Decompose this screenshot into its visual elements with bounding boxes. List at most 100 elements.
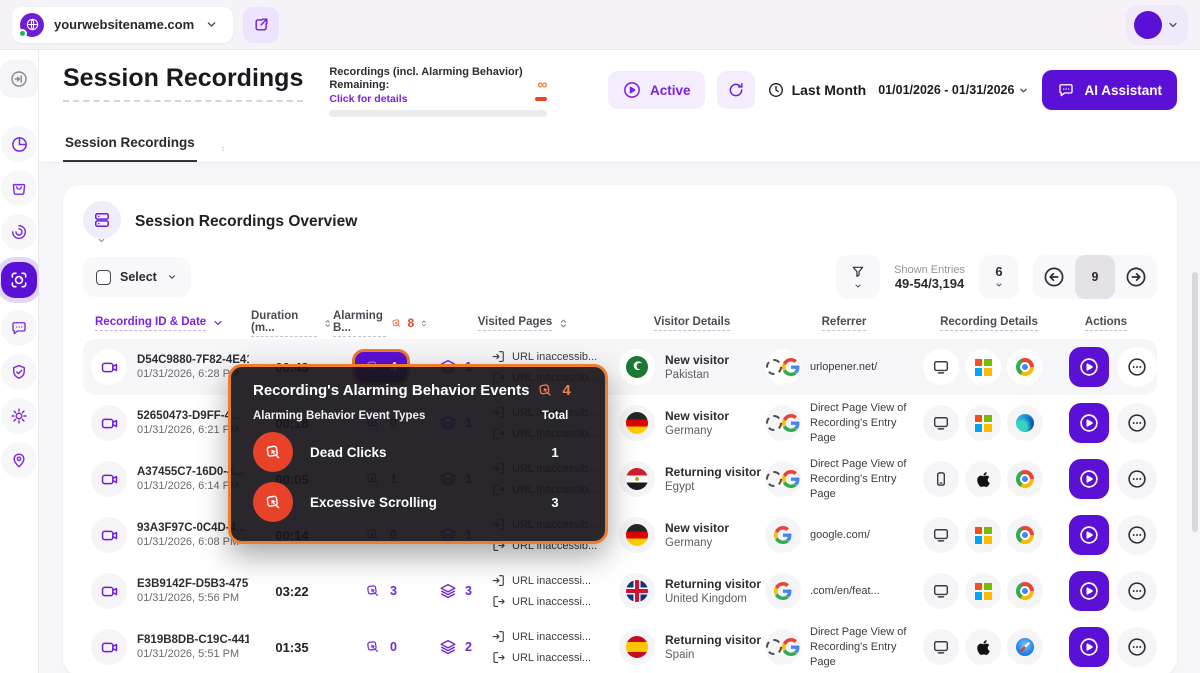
video-camera-icon [91, 573, 127, 609]
sidebar-item-ecommerce[interactable] [1, 170, 37, 206]
app-window: yourwebsitename.com Session Recordin [0, 0, 1200, 673]
row-more-options-button[interactable] [1117, 459, 1157, 499]
shopping-bag-icon [10, 179, 28, 197]
apple-icon [976, 471, 991, 488]
direct-visit-icon [766, 471, 782, 487]
entry-url[interactable]: URL inaccessib... [512, 351, 597, 363]
website-selector[interactable]: yourwebsitename.com [12, 7, 233, 43]
row-more-options-button[interactable] [1117, 515, 1157, 555]
shield-check-icon [10, 363, 28, 381]
open-website-button[interactable] [243, 7, 279, 43]
sort-icon[interactable] [557, 317, 570, 330]
active-filter-button[interactable]: Active [608, 71, 705, 109]
duration-value: 01:35 [251, 640, 333, 655]
select-checkbox[interactable] [96, 270, 111, 285]
row-more-options-button[interactable] [1117, 347, 1157, 387]
chat-icon [1057, 81, 1075, 99]
referrer-text: Direct Page View of Recording's Entry Pa… [810, 401, 914, 446]
collapse-icon [9, 69, 29, 89]
play-circle-icon [1078, 412, 1100, 434]
alarming-behavior-count[interactable]: 0 [355, 632, 407, 662]
sidebar-item-dashboard[interactable] [1, 126, 37, 162]
sidebar-item-security[interactable] [1, 354, 37, 390]
ai-assistant-button[interactable]: AI Assistant [1042, 70, 1177, 110]
filter-button[interactable] [836, 255, 880, 299]
period-selector[interactable]: Last Month [767, 81, 867, 99]
table-row[interactable]: E3B9142F-D5B3-4757... 01/31/2026, 5:56 P… [83, 563, 1157, 619]
sidebar-item-history[interactable] [1, 214, 37, 250]
refresh-icon [727, 81, 745, 99]
chevron-down-icon [1166, 18, 1180, 32]
play-recording-button[interactable] [1069, 627, 1109, 667]
row-more-options-button[interactable] [1117, 403, 1157, 443]
account-menu[interactable] [1126, 5, 1188, 45]
table-row[interactable]: F819B8DB-C19C-4414... 01/31/2026, 5:51 P… [83, 619, 1157, 673]
ellipsis-icon [1126, 580, 1148, 602]
column-duration[interactable]: Duration (m... [251, 310, 333, 337]
shown-entries: Shown Entries 49-54/3,194 [894, 264, 965, 291]
ellipsis-icon [1126, 356, 1148, 378]
visitor-type: Returning visitor [665, 633, 761, 647]
referrer-text: .com/en/feat... [810, 584, 880, 599]
direct-visit-icon [766, 415, 782, 431]
sidebar-item-locations[interactable] [1, 442, 37, 478]
google-icon [782, 470, 800, 488]
column-alarming-behavior[interactable]: Alarming B... 8 [333, 310, 429, 337]
page-scrollbar[interactable] [1192, 272, 1198, 532]
browser-icon [1007, 405, 1043, 441]
visitor-country: Spain [665, 649, 761, 661]
event-total: 1 [527, 445, 583, 460]
row-more-options-button[interactable] [1117, 571, 1157, 611]
date-range-selector[interactable]: 01/01/2026 - 01/31/2026 [878, 83, 1030, 97]
event-name: Dead Clicks [310, 445, 387, 460]
monitor-icon [932, 414, 950, 432]
exit-url[interactable]: URL inaccessi... [512, 596, 591, 608]
video-camera-icon [91, 349, 127, 385]
visitor-type: New visitor [665, 409, 729, 423]
google-icon [782, 414, 800, 432]
page-size-selector[interactable]: 6 [979, 255, 1019, 299]
windows-icon [975, 415, 992, 432]
alarming-behavior-count[interactable]: 3 [355, 576, 407, 606]
play-recording-button[interactable] [1069, 347, 1109, 387]
sidebar [0, 50, 39, 673]
click-for-details-link[interactable]: Click for details [329, 93, 407, 105]
entry-url[interactable]: URL inaccessi... [512, 575, 591, 587]
entry-url[interactable]: URL inaccessi... [512, 631, 591, 643]
tab-session-recordings[interactable]: Session Recordings [63, 127, 197, 162]
play-recording-button[interactable] [1069, 459, 1109, 499]
direct-visit-icon [766, 359, 782, 375]
select-all-control[interactable]: Select [83, 257, 191, 297]
page-title: Session Recordings [63, 64, 303, 102]
exit-url-icon [491, 594, 506, 609]
usage-marker [535, 97, 547, 101]
next-page-button[interactable] [1124, 265, 1148, 289]
play-recording-button[interactable] [1069, 515, 1109, 555]
play-recording-button[interactable] [1069, 403, 1109, 443]
column-visited-pages[interactable]: Visited Pages [429, 316, 619, 331]
chevron-down-icon [96, 235, 107, 246]
device-type-icon [923, 461, 959, 497]
alarming-total-count: 8 [408, 316, 415, 330]
overview-server-icon[interactable] [83, 201, 121, 239]
sidebar-item-settings[interactable] [1, 398, 37, 434]
sidebar-item-session-recordings[interactable] [1, 262, 37, 298]
sort-icon[interactable] [419, 317, 429, 330]
sidebar-collapse-button[interactable] [0, 60, 38, 98]
play-circle-icon [1078, 524, 1100, 546]
column-recording-id[interactable]: Recording ID & Date [83, 316, 251, 331]
row-more-options-button[interactable] [1117, 627, 1157, 667]
exit-url[interactable]: URL inaccessi... [512, 652, 591, 664]
tooltip-event-count: 4 [562, 382, 570, 399]
play-circle-icon [1078, 636, 1100, 658]
card-title: Session Recordings Overview [135, 213, 357, 231]
play-recording-button[interactable] [1069, 571, 1109, 611]
visitor-type: Returning visitor [665, 465, 761, 479]
recording-id: 52650473-D9FF-4... [137, 410, 241, 422]
sort-icon[interactable] [322, 317, 333, 330]
refresh-button[interactable] [717, 71, 755, 109]
tab-options-kebab-icon[interactable] [215, 146, 231, 162]
sidebar-item-feedback[interactable] [1, 310, 37, 346]
select-label: Select [120, 270, 157, 284]
previous-page-button[interactable] [1042, 265, 1066, 289]
